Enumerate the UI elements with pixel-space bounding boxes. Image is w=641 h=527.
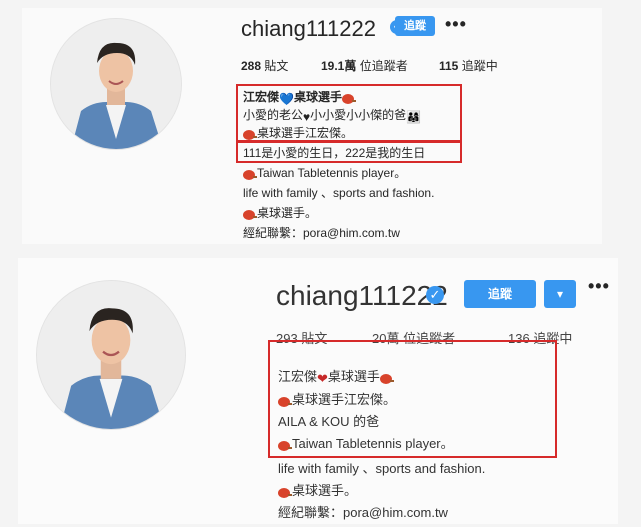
bio-line-lifestyle: life with family 、sports and fashion. xyxy=(243,186,435,200)
chevron-down-icon[interactable]: ▾ xyxy=(544,280,576,308)
follow-button[interactable]: 追蹤 xyxy=(464,280,536,308)
highlight-box xyxy=(236,84,462,142)
following-count[interactable]: 115 追蹤中 xyxy=(439,57,498,74)
pingpong-paddle-icon xyxy=(243,168,257,182)
follow-button[interactable]: 追蹤 xyxy=(395,16,435,36)
username: chiang111222 xyxy=(276,280,448,311)
posts-count[interactable]: 288 貼文 xyxy=(241,57,288,74)
profile-avatar[interactable] xyxy=(50,18,182,150)
followers-count[interactable]: 19.1萬 位追蹤者 xyxy=(321,57,408,74)
verified-badge-icon: ✓ xyxy=(426,286,444,304)
more-options-icon[interactable]: ••• xyxy=(445,14,467,35)
bio-line-player: 桌球選手。 xyxy=(278,480,357,500)
avatar-photo xyxy=(51,19,181,149)
bio-line-player: 桌球選手。 xyxy=(243,204,317,222)
pingpong-paddle-icon xyxy=(243,208,257,222)
highlight-box xyxy=(236,141,462,163)
pingpong-paddle-icon xyxy=(278,485,292,500)
profile-avatar[interactable] xyxy=(36,280,186,430)
avatar-photo xyxy=(37,281,185,429)
highlight-box xyxy=(268,340,557,458)
bio-line-english: Taiwan Tabletennis player。 xyxy=(243,164,406,182)
bio-line-lifestyle: life with family 、sports and fashion. xyxy=(278,461,486,476)
more-options-icon[interactable]: ••• xyxy=(588,276,610,297)
bio-line-contact[interactable]: 經紀聯繫：pora@him.com.tw xyxy=(278,502,448,521)
username: chiang111222 xyxy=(241,16,376,41)
bio-line-contact[interactable]: 經紀聯繫：pora@him.com.tw xyxy=(243,224,400,241)
